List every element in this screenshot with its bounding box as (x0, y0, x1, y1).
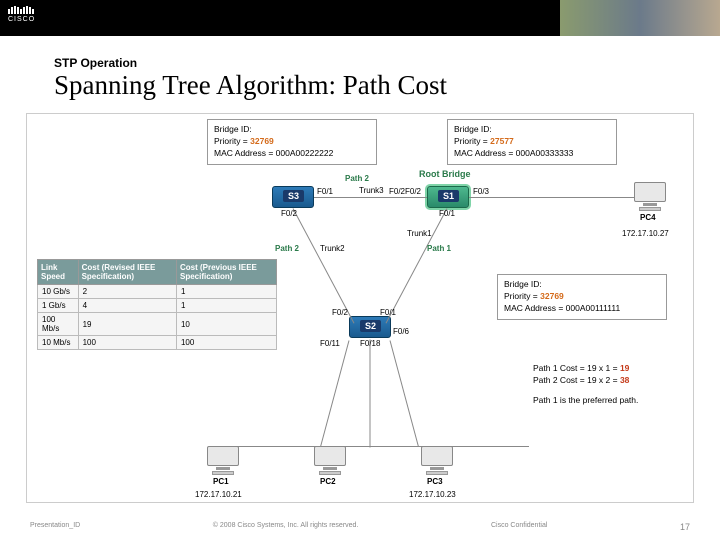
port-label: F0/2 (332, 308, 348, 317)
port-label: F0/2 (405, 187, 421, 196)
copyright: © 2008 Cisco Systems, Inc. All rights re… (213, 522, 359, 532)
port-label: F0/1 (380, 308, 396, 317)
path2-top-label: Path 2 (345, 174, 369, 183)
pc1-label: PC1 (213, 477, 229, 486)
link-s2-pc1 (320, 340, 349, 447)
header-photo-strip (560, 0, 720, 36)
bridge-id-s3: Bridge ID: Priority = 32769 MAC Address … (207, 119, 377, 165)
bridge-id-label: Bridge ID: (454, 124, 610, 136)
cost-table: Link SpeedCost (Revised IEEE Specificati… (37, 259, 277, 350)
pc2-label: PC2 (320, 477, 336, 486)
footer: Presentation_ID © 2008 Cisco Systems, In… (0, 522, 720, 532)
slide-subtitle: STP Operation (54, 56, 720, 70)
diagram-area: Bridge ID: Priority = 32769 MAC Address … (26, 113, 694, 503)
port-label: F0/11 (320, 339, 340, 348)
pc3-ip: 172.17.10.23 (409, 490, 456, 499)
trunk1-label: Trunk1 (407, 229, 432, 238)
slide-title: Spanning Tree Algorithm: Path Cost (54, 70, 720, 101)
pc4-icon (632, 182, 668, 212)
link-s1-pc4 (469, 197, 654, 198)
pc4-label: PC4 (640, 213, 656, 222)
bridge-id-label: Bridge ID: (214, 124, 370, 136)
cisco-logo: CISCO (8, 6, 35, 23)
path2-left-label: Path 2 (275, 244, 299, 253)
table-row: 10 Gb/s21 (38, 285, 277, 299)
bridge-id-s2: Bridge ID: Priority = 32769 MAC Address … (497, 274, 667, 320)
switch-s2-label: S2 (360, 320, 381, 332)
table-row: 10 Mb/s100100 (38, 336, 277, 350)
port-label: F0/3 (473, 187, 489, 196)
table-row: 100 Mb/s1910 (38, 313, 277, 336)
bridge-id-label: Bridge ID: (504, 279, 660, 291)
port-label: F0/2 (389, 187, 405, 196)
table-row: 1 Gb/s41 (38, 299, 277, 313)
page-number: 17 (680, 522, 690, 532)
pc3-label: PC3 (427, 477, 443, 486)
bridge-id-s1: Bridge ID: Priority = 27577 MAC Address … (447, 119, 617, 165)
link-trunk3 (314, 197, 427, 198)
confidential: Cisco Confidential (491, 522, 547, 532)
link-trunk2 (293, 208, 355, 323)
root-bridge-label: Root Bridge (419, 169, 471, 179)
link-s2-pc3 (390, 340, 419, 447)
title-area: STP Operation Spanning Tree Algorithm: P… (0, 36, 720, 109)
pc1-ip: 172.17.10.21 (195, 490, 242, 499)
top-bar: CISCO (0, 0, 720, 36)
pc3-icon (419, 446, 455, 476)
port-label: F0/6 (393, 327, 409, 336)
pc2-icon (312, 446, 348, 476)
path-cost-calc: Path 1 Cost = 19 x 1 = 19 Path 2 Cost = … (527, 359, 687, 411)
pc1-icon (205, 446, 241, 476)
pc4-ip: 172.17.10.27 (622, 229, 669, 238)
presentation-id: Presentation_ID (30, 522, 80, 532)
trunk3-label: Trunk3 (359, 186, 384, 195)
path1-label: Path 1 (427, 244, 451, 253)
port-label: F0/2 (281, 209, 297, 218)
port-label: F0/1 (317, 187, 333, 196)
port-label: F0/18 (360, 339, 380, 348)
switch-s1-label: S1 (438, 190, 459, 202)
link-trunk1 (386, 208, 448, 323)
port-label: F0/1 (439, 209, 455, 218)
trunk2-label: Trunk2 (320, 244, 345, 253)
link-s2-pc2 (370, 340, 371, 448)
switch-s3-label: S3 (283, 190, 304, 202)
